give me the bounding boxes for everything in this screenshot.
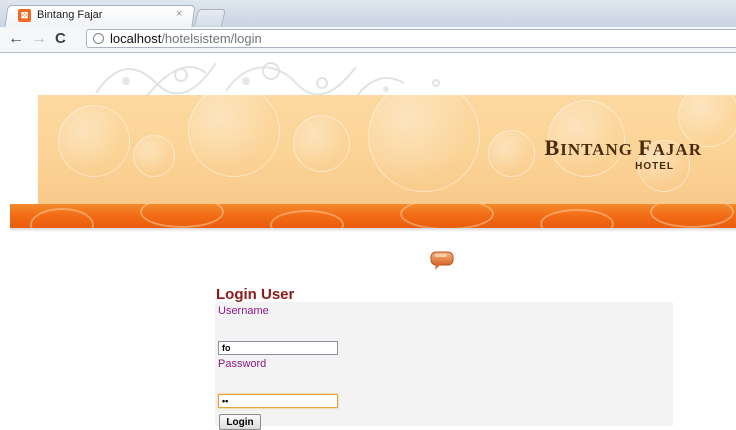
- tab-close-icon[interactable]: ×: [176, 8, 182, 20]
- brand-initial-b: B: [544, 135, 561, 160]
- login-title: Login User: [216, 286, 295, 303]
- hotel-favicon-icon: ⊠: [18, 8, 31, 22]
- hotel-brand-subtitle: HOTEL: [635, 161, 674, 172]
- url-text: localhost/hotelsistem/login: [110, 31, 262, 47]
- page-content: BINTANG FAJAR HOTEL Login User Username …: [0, 53, 736, 430]
- bubble-decoration: [368, 95, 480, 192]
- browser-tabstrip: ⊠ Bintang Fajar ×: [0, 0, 736, 27]
- band-swirl: [270, 210, 344, 228]
- hotel-brand-title: BINTANG FAJAR: [545, 135, 702, 161]
- back-arrow-icon[interactable]: ←: [8, 30, 24, 48]
- bubble-decoration: [488, 130, 535, 177]
- new-tab-button[interactable]: [193, 9, 227, 26]
- url-path: /hotelsistem/login: [161, 31, 262, 46]
- globe-icon: [93, 33, 104, 44]
- band-shadow: [10, 228, 736, 232]
- url-host: localhost: [110, 31, 162, 46]
- speech-bubble-icon: [430, 251, 454, 270]
- forward-arrow-icon[interactable]: →: [31, 30, 47, 48]
- band-swirl: [650, 204, 734, 228]
- tab-content: ⊠ Bintang Fajar: [18, 7, 102, 23]
- bubble-decoration: [133, 135, 175, 177]
- floral-decoration: [95, 62, 440, 98]
- reload-icon[interactable]: C: [55, 30, 66, 48]
- bubble-decoration: [58, 105, 130, 177]
- username-input[interactable]: [218, 341, 338, 355]
- band-swirl: [30, 208, 94, 228]
- address-bar[interactable]: localhost/hotelsistem/login: [86, 29, 736, 48]
- bubble-decoration: [188, 95, 280, 177]
- brand-initial-f: F: [638, 135, 653, 160]
- username-label: Username: [218, 305, 269, 317]
- brand-rest-ajar: AJAR: [652, 140, 702, 159]
- password-input[interactable]: [218, 394, 338, 408]
- band-swirl: [540, 209, 614, 228]
- password-label: Password: [218, 358, 267, 370]
- bubble-decoration: [293, 115, 350, 172]
- brand-rest-intang: INTANG: [560, 140, 639, 159]
- tab-title: Bintang Fajar: [37, 9, 103, 21]
- band-swirl: [140, 204, 224, 228]
- login-button[interactable]: Login: [219, 414, 261, 430]
- orange-decorative-band: [10, 204, 736, 228]
- browser-toolbar: ← → C localhost/hotelsistem/login: [0, 27, 736, 53]
- band-swirl: [400, 204, 494, 228]
- hotel-header-banner: BINTANG FAJAR HOTEL: [38, 95, 736, 205]
